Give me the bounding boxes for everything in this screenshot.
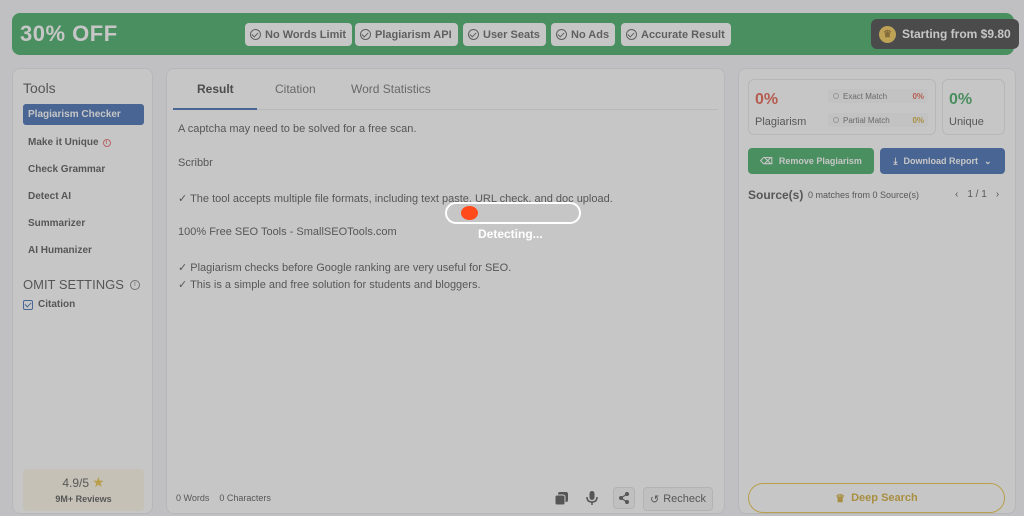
progress-indicator — [461, 206, 478, 220]
detecting-status: Detecting... — [478, 227, 543, 241]
progress-bar — [445, 202, 581, 224]
loading-overlay: Detecting... — [0, 0, 1024, 516]
